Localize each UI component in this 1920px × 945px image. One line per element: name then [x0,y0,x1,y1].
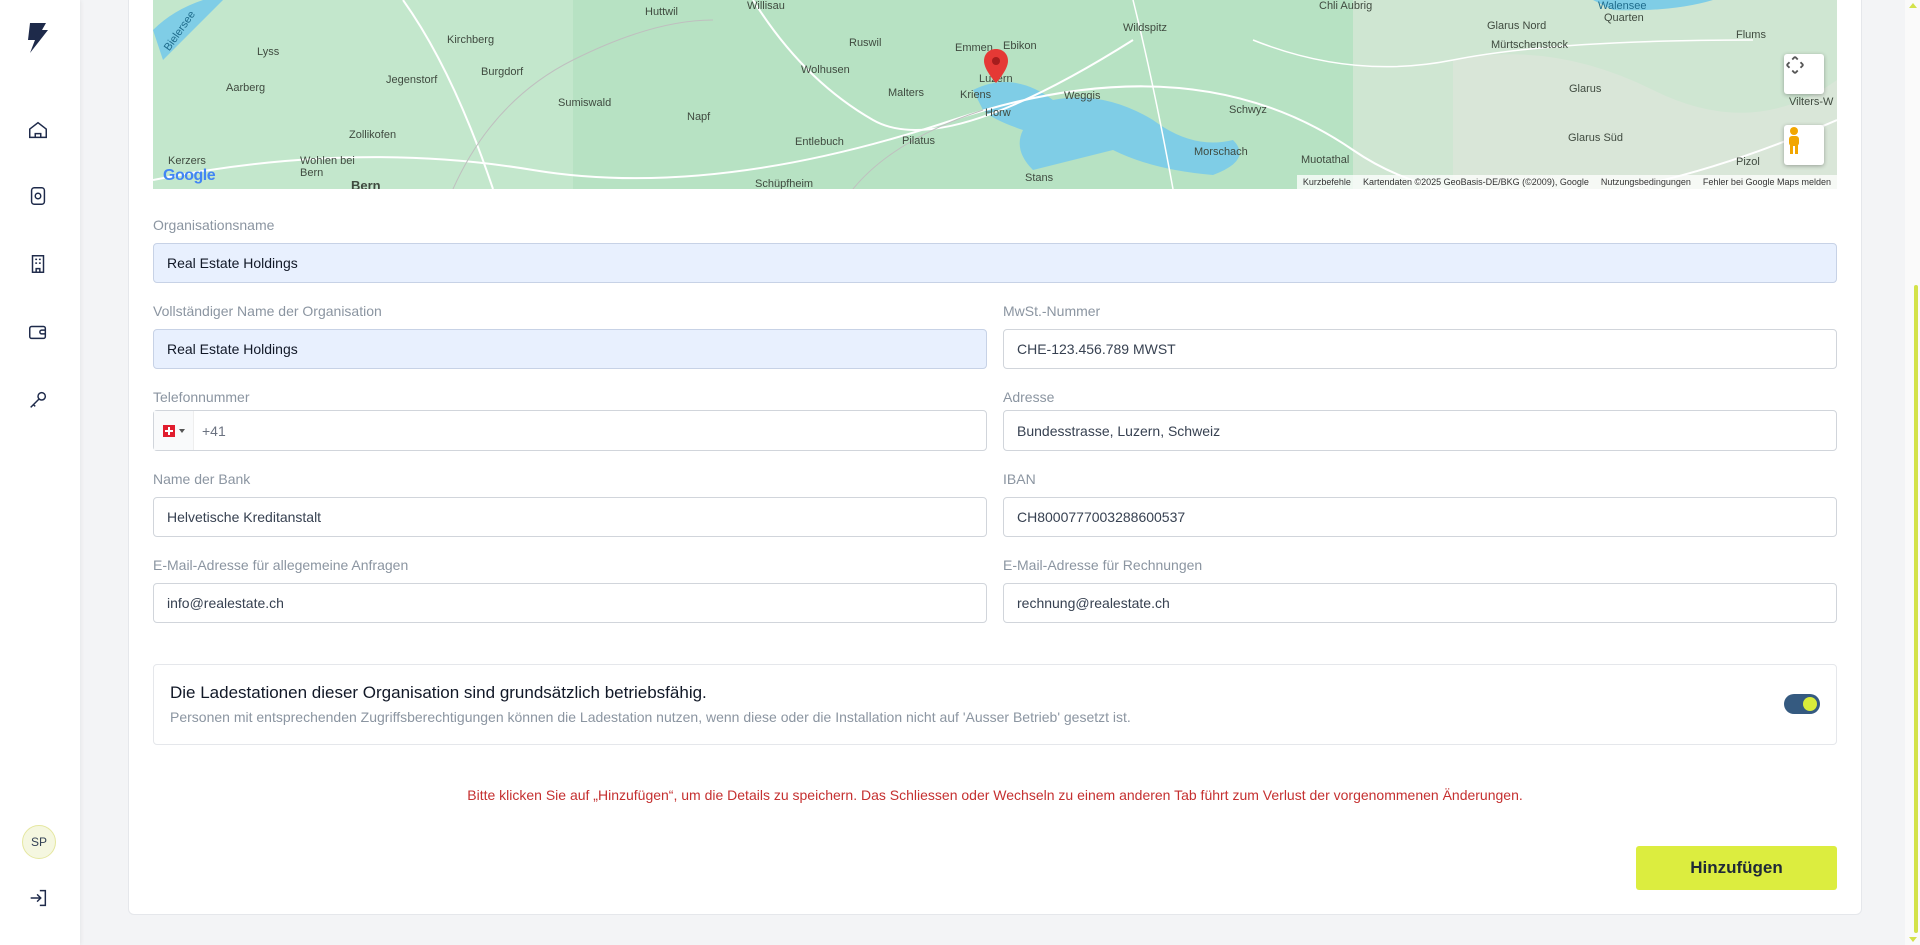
terms-link[interactable]: Nutzungsbedingungen [1601,177,1691,187]
vat-value: CHE-123.456.789 MWST [1017,341,1176,357]
keyboard-shortcuts-link[interactable]: Kurzbefehle [1303,177,1351,187]
page-scrollbar[interactable] [1905,0,1920,945]
avatar[interactable]: SP [22,825,56,859]
unsaved-changes-warning: Bitte klicken Sie auf „Hinzufügen“, um d… [467,787,1523,803]
chevron-down-icon [178,428,185,433]
map-label: Schüpfheim [755,178,814,189]
key-icon[interactable] [22,384,54,416]
org-name-value: Real Estate Holdings [167,255,298,271]
iban-label: IBAN [1003,471,1036,487]
scroll-down-icon[interactable] [1909,937,1917,942]
map-label: Jegenstorf [386,74,438,86]
org-name-input[interactable]: Real Estate Holdings [153,243,1837,283]
add-button[interactable]: Hinzufügen [1636,846,1837,890]
map-label: Vilters-W [1789,96,1834,108]
bank-label: Name der Bank [153,471,251,487]
fullscreen-icon[interactable] [1784,54,1824,94]
map-label: Pilatus [902,135,936,147]
email-billing-label: E-Mail-Adresse für Rechnungen [1003,557,1203,573]
map-label: Wohlen bei Bern [300,155,355,179]
operational-toggle[interactable] [1784,694,1820,714]
home-icon[interactable] [22,114,54,146]
map-label: Stans [1025,172,1054,184]
map-label: Bern [351,178,381,189]
map-label: Kerzers [168,155,206,167]
map-label: Burgdorf [481,66,524,78]
google-logo-text: Google [163,167,216,184]
email-general-value: info@realestate.ch [167,595,284,611]
map-label: Aarberg [226,82,266,94]
full-name-input[interactable]: Real Estate Holdings [153,329,987,369]
map-label: Glarus Süd [1568,132,1624,144]
map-label: Weggis [1064,90,1101,102]
email-general-input[interactable]: info@realestate.ch [153,583,987,623]
map-label: Willisau [747,0,785,12]
map-label: Malters [888,87,925,99]
report-error-link[interactable]: Fehler bei Google Maps melden [1703,177,1831,187]
logout-icon[interactable] [22,882,54,914]
wallet-icon[interactable] [22,316,54,348]
map-label: Walensee [1598,0,1647,12]
sidebar: SP [0,0,80,945]
operational-status-box: Die Ladestationen dieser Organisation si… [153,664,1837,745]
map-label: Horw [985,107,1011,119]
address-value: Bundesstrasse, Luzern, Schweiz [1017,422,1221,439]
swiss-flag-icon [162,424,175,437]
map-label: Huttwil [645,6,679,18]
email-billing-input[interactable]: rechnung@realestate.ch [1003,583,1837,623]
iban-value: CH8000777003288600537 [1017,509,1186,525]
scroll-up-icon[interactable] [1909,3,1917,8]
scroll-thumb[interactable] [1914,285,1918,933]
map-label: Chli Aubrig [1319,0,1373,12]
org-name-label: Organisationsname [153,217,275,233]
iban-input[interactable]: CH8000777003288600537 [1003,497,1837,537]
app-logo[interactable] [22,20,54,56]
email-billing-value: rechnung@realestate.ch [1017,595,1170,611]
map-label: Mürtschenstock [1491,39,1569,51]
map-label: Entlebuch [795,136,844,148]
map-label: Kriens [960,89,992,101]
bank-value: Helvetische Kreditanstalt [167,509,322,525]
map-label: Morschach [1194,146,1248,158]
phone-input[interactable]: +41 [153,410,987,451]
map-label: Pizol [1736,156,1760,168]
map-label: Lyss [257,46,280,58]
map-label: Muotathal [1301,154,1350,166]
building-icon[interactable] [22,248,54,280]
full-name-value: Real Estate Holdings [167,341,298,357]
map-data-credit: Kartendaten ©2025 GeoBasis-DE/BKG (©2009… [1362,177,1589,187]
bank-input[interactable]: Helvetische Kreditanstalt [153,497,987,537]
address-label: Adresse [1003,389,1055,405]
address-input[interactable]: Bundesstrasse, Luzern, Schweiz [1003,410,1837,451]
map-label: Glarus Nord [1487,20,1547,32]
full-name-label: Vollständiger Name der Organisation [153,303,382,319]
google-map[interactable]: Bielersee Lyss Kirchberg Huttwil Willisa… [153,0,1837,189]
google-logo: Google [163,167,216,185]
status-title: Die Ladestationen dieser Organisation si… [170,683,707,702]
charging-station-icon[interactable] [22,180,54,212]
map-label: Zollikofen [349,129,397,141]
avatar-initials: SP [30,835,47,849]
map-label: Wildspitz [1123,22,1168,34]
map-attribution: Kurzbefehle Kartendaten ©2025 GeoBasis-D… [1296,175,1837,189]
country-selector[interactable] [154,411,194,450]
street-view-pegman-icon[interactable] [1784,125,1824,165]
vat-input[interactable]: CHE-123.456.789 MWST [1003,329,1837,369]
phone-value: +41 [202,422,226,439]
vat-label: MwSt.-Nummer [1003,303,1101,319]
map-label: Sumiswald [558,97,612,109]
map-label: Kirchberg [447,34,495,46]
email-general-label: E-Mail-Adresse für allegemeine Anfragen [153,557,409,573]
map-label: Glarus [1569,83,1602,95]
map-label: Ruswil [849,37,882,49]
map-label: Wolhusen [801,64,850,76]
toggle-knob [1803,697,1817,711]
map-label: Quarten [1604,12,1644,24]
map-label: Napf [687,111,711,123]
map-label: Schwyz [1229,104,1267,116]
phone-label: Telefonnummer [153,389,250,405]
status-description: Personen mit entsprechenden Zugriffsbere… [170,709,1131,725]
map-label: Flums [1736,29,1766,41]
